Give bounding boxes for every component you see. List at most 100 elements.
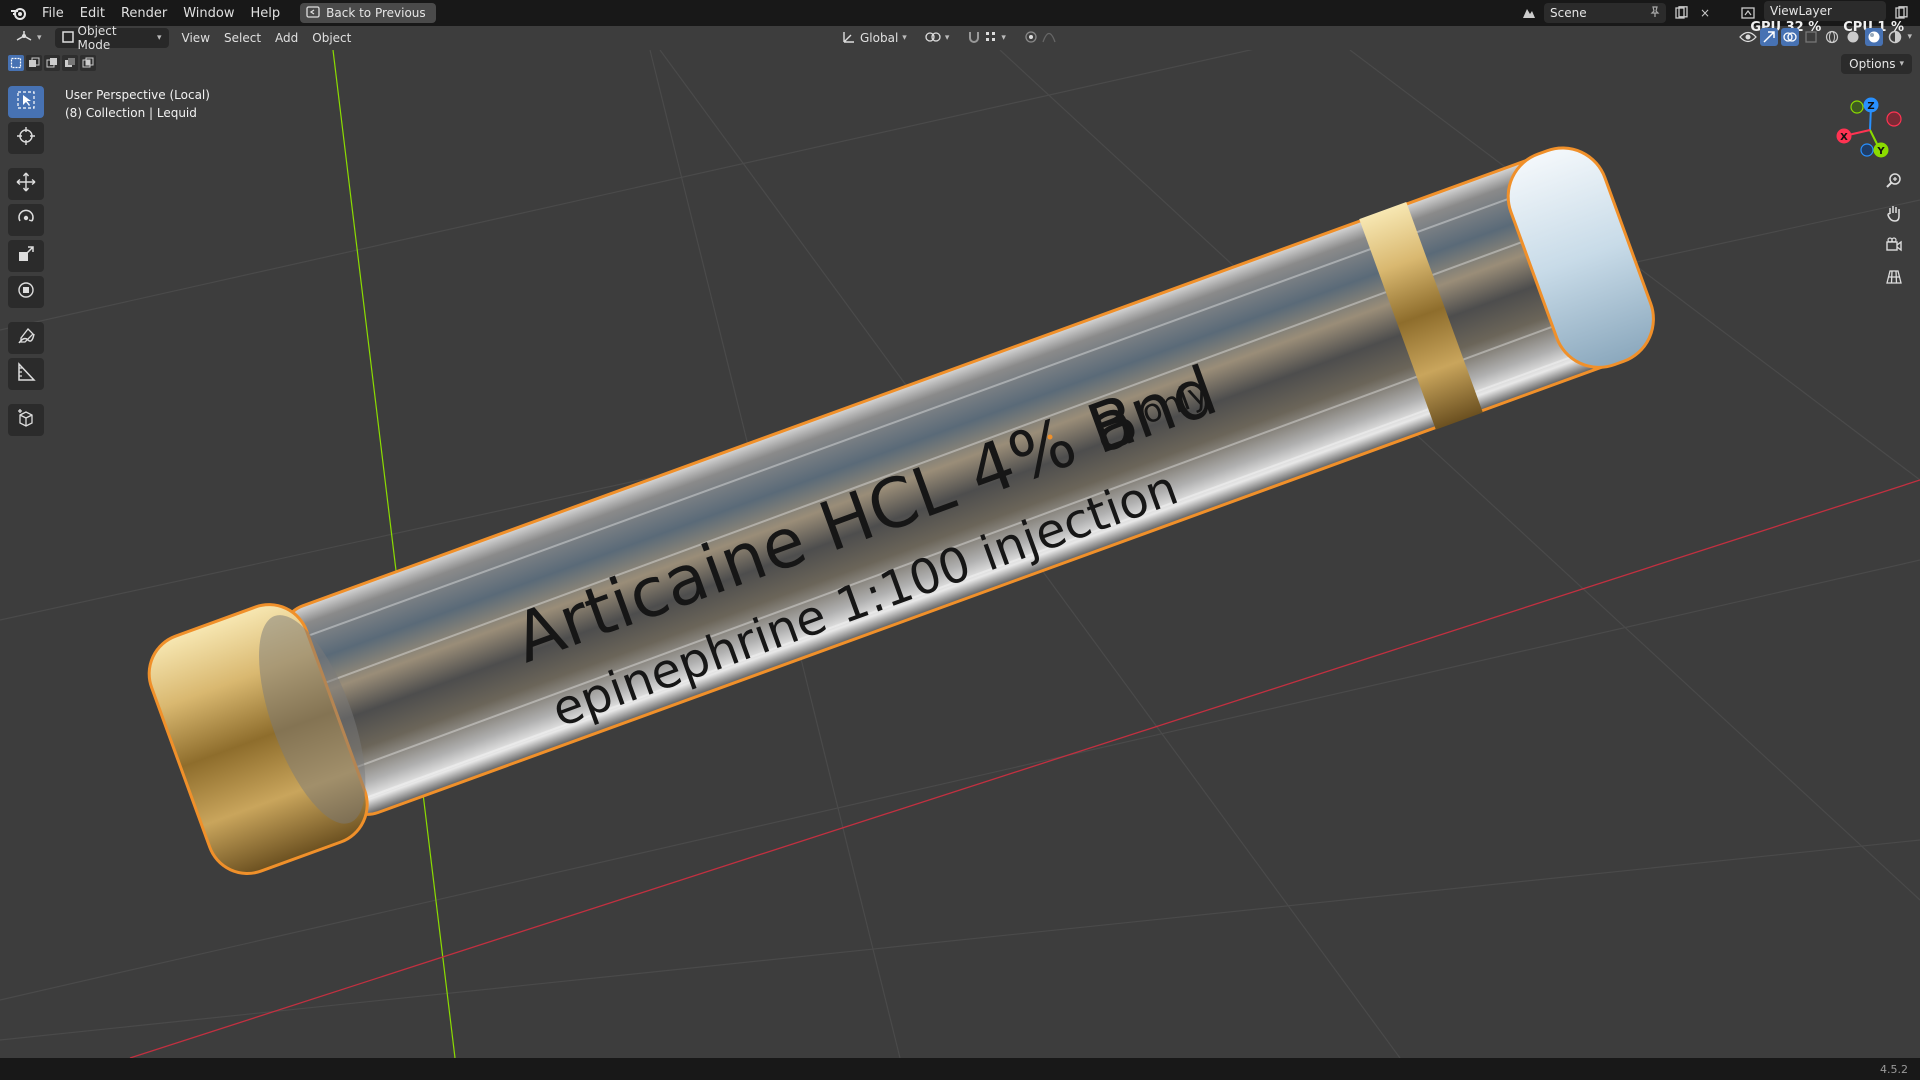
- options-label: Options: [1849, 57, 1896, 71]
- menu-file[interactable]: File: [34, 6, 72, 21]
- zoom-icon: [1885, 172, 1903, 194]
- mode-label: Object Mode: [77, 24, 117, 52]
- chevron-down-icon: ▾: [1001, 33, 1006, 43]
- object-origin: [1047, 434, 1053, 440]
- pivot-icon: [925, 30, 941, 47]
- tool-select-box[interactable]: [8, 86, 44, 118]
- menu-view[interactable]: View: [175, 28, 217, 48]
- chevron-down-icon[interactable]: ▾: [1907, 32, 1912, 42]
- orientation-label: Global: [860, 31, 899, 45]
- grid-view-icon: [1885, 268, 1903, 290]
- tool-annotate[interactable]: [8, 322, 44, 354]
- add-cube-icon: [16, 408, 36, 432]
- gizmo-neg-z[interactable]: [1860, 143, 1874, 157]
- selection-mode-group: [8, 55, 96, 71]
- status-bar: [0, 1058, 1920, 1080]
- top-menu-bar: File Edit Render Window Help Back to Pre…: [0, 0, 1920, 35]
- blender-logo-icon[interactable]: [10, 4, 28, 22]
- menu-object[interactable]: Object: [305, 28, 358, 48]
- version-label: 4.5.2: [1880, 1063, 1908, 1076]
- view-layer-name: ViewLayer: [1770, 4, 1832, 18]
- select-subtract-mode[interactable]: [44, 55, 60, 71]
- anesthetic-cartridge[interactable]: Articaine HCL 4% and epinephrine 1:100 i…: [138, 123, 1671, 885]
- magnet-icon: [967, 30, 981, 47]
- rendered-shading-icon[interactable]: [1886, 28, 1904, 46]
- 3d-cursor-icon: [16, 126, 36, 150]
- gizmo-z-label: Z: [1867, 101, 1874, 112]
- gizmo-neg-x[interactable]: [1886, 111, 1902, 127]
- camera-icon: [1885, 236, 1903, 258]
- navigation-buttons: [1880, 170, 1908, 292]
- menu-edit[interactable]: Edit: [72, 6, 113, 21]
- 3d-viewport[interactable]: Articaine HCL 4% and epinephrine 1:100 i…: [0, 50, 1920, 1058]
- gizmo-x-label: X: [1840, 132, 1848, 143]
- tool-shelf: [8, 86, 46, 436]
- object-mode-icon: [61, 30, 74, 46]
- gizmo-y-label: Y: [1876, 146, 1885, 157]
- chevron-down-icon: ▾: [157, 33, 162, 43]
- tool-cursor[interactable]: [8, 122, 44, 154]
- new-scene-icon[interactable]: [1672, 4, 1690, 22]
- select-new-mode[interactable]: [8, 55, 24, 71]
- select-intersect-mode[interactable]: [80, 55, 96, 71]
- hand-icon: [1885, 204, 1903, 226]
- orientation-dropdown[interactable]: Global ▾: [835, 28, 914, 48]
- menu-window[interactable]: Window: [175, 6, 242, 21]
- transform-icon: [16, 280, 36, 304]
- transform-settings: Global ▾ ▾ ▾: [835, 28, 1063, 48]
- select-invert-mode[interactable]: [62, 55, 78, 71]
- tool-add-cube[interactable]: [8, 404, 44, 436]
- pencil-icon: [16, 326, 36, 350]
- tool-move[interactable]: [8, 168, 44, 200]
- tool-scale[interactable]: [8, 240, 44, 272]
- editor-type-button[interactable]: ▾: [8, 28, 49, 48]
- visibility-icon[interactable]: [1739, 28, 1758, 46]
- y-axis-line: [332, 50, 456, 1058]
- viewport-display-controls: ▾: [1739, 28, 1912, 46]
- menu-select[interactable]: Select: [217, 28, 268, 48]
- chevron-down-icon: ▾: [944, 33, 950, 43]
- zoom-button[interactable]: [1880, 170, 1908, 196]
- select-extend-mode[interactable]: [26, 55, 42, 71]
- camera-view-button[interactable]: [1880, 234, 1908, 260]
- view-layer-field[interactable]: ViewLayer: [1764, 1, 1886, 21]
- chevron-down-icon: ▾: [1899, 59, 1904, 69]
- back-to-previous-button[interactable]: Back to Previous: [300, 3, 436, 23]
- proportional-editing-toggle[interactable]: [1017, 28, 1063, 48]
- back-to-previous-label: Back to Previous: [326, 6, 426, 20]
- menu-render[interactable]: Render: [113, 6, 175, 21]
- ruler-icon: [16, 362, 36, 386]
- falloff-icon: [1042, 31, 1056, 46]
- wireframe-shading-icon[interactable]: [1823, 28, 1841, 46]
- collection-label: (8) Collection | Lequid: [65, 106, 197, 120]
- rotate-icon: [16, 208, 36, 232]
- pivot-dropdown[interactable]: ▾: [918, 28, 957, 48]
- mode-dropdown[interactable]: Object Mode ▾: [54, 24, 169, 52]
- tool-transform[interactable]: [8, 276, 44, 308]
- snap-toggle[interactable]: ▾: [960, 28, 1013, 48]
- back-icon: [306, 5, 320, 21]
- scene-field[interactable]: Scene: [1544, 3, 1666, 23]
- remove-scene-icon[interactable]: ×: [1696, 4, 1714, 22]
- options-dropdown[interactable]: Options ▾: [1841, 54, 1912, 74]
- chevron-down-icon: ▾: [37, 33, 42, 43]
- solid-shading-icon[interactable]: [1844, 28, 1862, 46]
- ortho-toggle-button[interactable]: [1880, 266, 1908, 292]
- pin-icon[interactable]: [1650, 5, 1660, 21]
- orientation-icon: [842, 30, 856, 47]
- xray-icon[interactable]: [1802, 28, 1820, 46]
- gizmo-toggle-icon[interactable]: [1760, 28, 1779, 46]
- menu-add[interactable]: Add: [268, 28, 305, 48]
- scene-selector-icon[interactable]: [1520, 4, 1538, 22]
- overlays-icon[interactable]: [1781, 28, 1800, 46]
- viewport-header: ▾ Object Mode ▾ View Select Add Object G…: [0, 24, 1920, 52]
- perspective-label: User Perspective (Local): [65, 88, 210, 102]
- gizmo-neg-y[interactable]: [1850, 100, 1864, 114]
- 3d-viewport-icon: [15, 30, 33, 47]
- tool-measure[interactable]: [8, 358, 44, 390]
- pan-button[interactable]: [1880, 202, 1908, 228]
- material-preview-icon[interactable]: [1865, 28, 1884, 46]
- menu-help[interactable]: Help: [243, 6, 289, 21]
- tool-rotate[interactable]: [8, 204, 44, 236]
- cursor-select-icon: [16, 90, 36, 114]
